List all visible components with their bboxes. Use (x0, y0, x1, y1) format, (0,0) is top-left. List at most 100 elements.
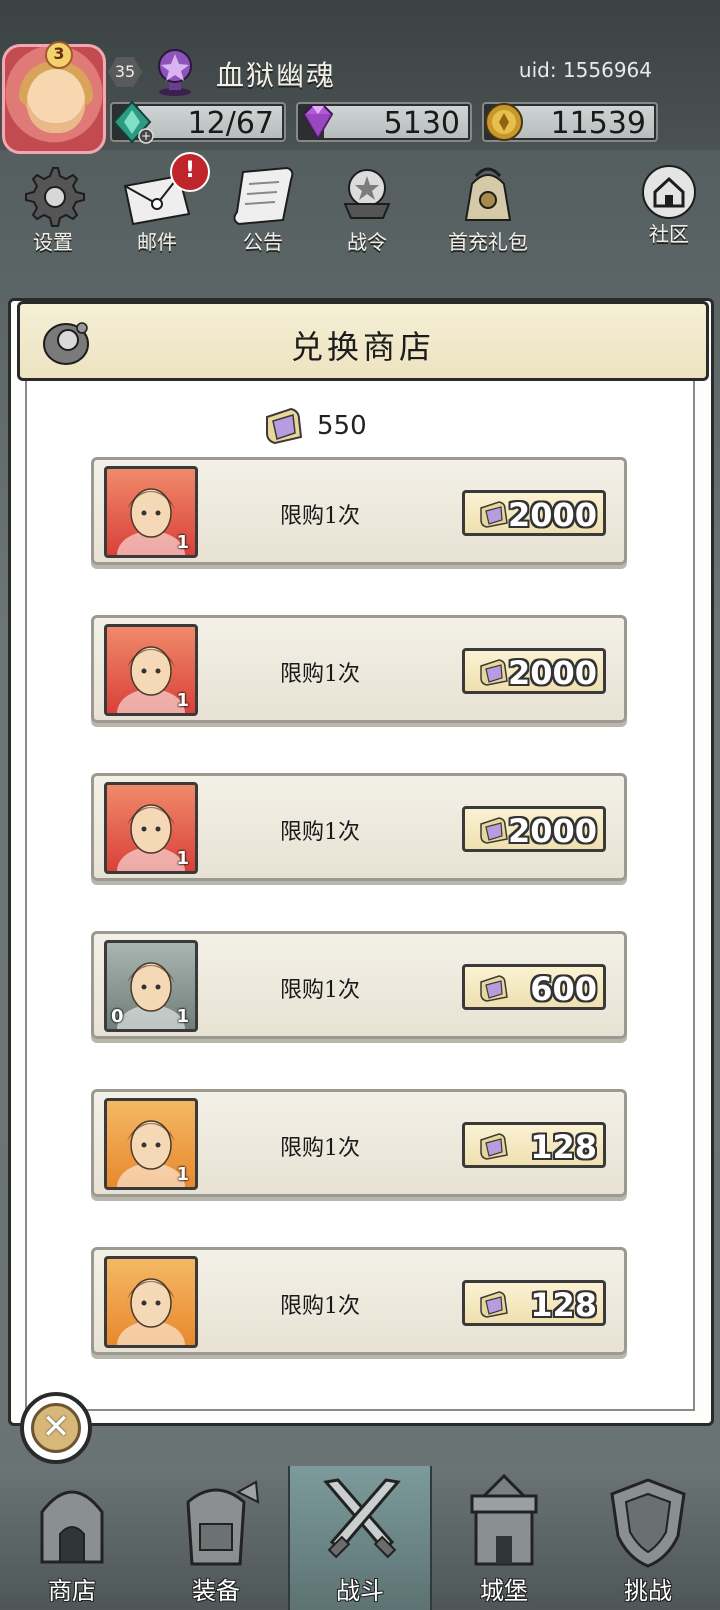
hero-owned-count: 0 (111, 1006, 124, 1027)
nav-equipment[interactable]: 装备 (144, 1466, 288, 1610)
shop-item-row: 限购1次 128 (91, 1247, 627, 1355)
close-icon: ✕ (31, 1403, 81, 1453)
buy-button[interactable]: 2000 (462, 648, 606, 694)
mail-notification-badge: ! (170, 152, 210, 192)
ticket-icon (480, 975, 508, 1002)
menu-community[interactable]: 社区 (624, 162, 714, 257)
nav-castle[interactable]: 城堡 (432, 1466, 576, 1610)
player-level-badge: 35 (108, 57, 142, 87)
backpack-icon (186, 1480, 260, 1566)
hero-count: 1 (176, 848, 189, 869)
nav-battle[interactable]: 战斗 (288, 1466, 432, 1610)
purchase-limit-label: 限购1次 (280, 820, 360, 845)
stamina-value: 12/67 (187, 106, 274, 141)
menu-announcement-label: 公告 (243, 230, 283, 254)
menu-community-label: 社区 (649, 222, 689, 246)
ticket-icon (480, 1291, 508, 1318)
vip-level-badge: 3 (45, 41, 73, 69)
player-name: 血狱幽魂 (216, 59, 337, 92)
price-value: 2000 (507, 654, 597, 692)
castle-icon (470, 1473, 538, 1566)
ticket-icon (480, 659, 508, 686)
price-value: 128 (530, 1286, 597, 1324)
shop-icon (40, 1490, 104, 1564)
ticket-icon (480, 1133, 508, 1160)
purple-diamond-icon (302, 105, 334, 140)
dialog-title-bar: 兑换商店 (17, 301, 709, 381)
ticket-icon (480, 817, 508, 844)
nav-castle-label: 城堡 (480, 1577, 528, 1605)
menu-battle-pass-label: 战令 (347, 230, 387, 254)
purchase-limit-label: 限购1次 (280, 1136, 360, 1161)
hero-portrait[interactable]: 10 (104, 940, 198, 1032)
player-avatar[interactable]: 3 (2, 41, 106, 154)
green-crystal-icon: + (112, 100, 154, 144)
nav-equipment-label: 装备 (192, 1577, 240, 1605)
gear-icon (25, 167, 85, 227)
purchase-limit-label: 限购1次 (280, 504, 360, 529)
hero-portrait[interactable]: 1 (104, 1098, 198, 1190)
nav-challenge[interactable]: 挑战 (576, 1466, 720, 1610)
purchase-limit-label: 限购1次 (280, 1294, 360, 1319)
menu-first-recharge-label: 首充礼包 (448, 230, 528, 254)
price-value: 2000 (507, 496, 597, 534)
price-value: 128 (530, 1128, 597, 1166)
shield-icon (610, 1478, 686, 1568)
nav-battle-label: 战斗 (336, 1577, 384, 1605)
top-bar: 3 35 血狱幽魂 uid: 1556964 + 12/67 5130 1153… (0, 0, 720, 154)
price-value: 2000 (507, 812, 597, 850)
nav-challenge-label: 挑战 (624, 1577, 672, 1605)
shop-item-row: 1 限购1次 128 (91, 1089, 627, 1197)
hero-portrait[interactable] (104, 1256, 198, 1348)
ticket-icon (266, 407, 303, 445)
scroll-icon (233, 166, 294, 226)
crossed-swords-icon (323, 1478, 401, 1559)
dialog-title: 兑换商店 (290, 328, 435, 366)
nav-shop-label: 商店 (48, 1577, 96, 1605)
top-menu: 设置 邮件 公告 战令 首充礼包 社区 (0, 162, 720, 262)
gift-bag-icon (464, 167, 512, 221)
exchange-shop-dialog: 兑换商店 550 1 限购1次 2000 1 限购1次 2000 1 限购1次 2000 1 0 限购… (8, 298, 714, 1426)
gems-counter[interactable]: 5130 (296, 102, 472, 142)
hero-portrait[interactable]: 1 (104, 782, 198, 874)
gold-value: 11539 (550, 106, 646, 141)
avatar-face (27, 69, 85, 133)
close-button[interactable]: ✕ (20, 1392, 92, 1464)
menu-first-recharge[interactable]: 首充礼包 (428, 162, 548, 257)
shop-item-row: 1 限购1次 2000 (91, 773, 627, 881)
hero-count: 1 (176, 1164, 189, 1185)
gold-counter[interactable]: 11539 (482, 102, 658, 142)
ticket-icon (480, 501, 508, 528)
gold-coin-icon (485, 103, 523, 141)
purchase-limit-label: 限购1次 (280, 978, 360, 1003)
rank-trophy-icon[interactable] (152, 48, 198, 96)
svg-text:+: + (141, 129, 151, 143)
hero-witch-icon (117, 1278, 185, 1345)
buy-button[interactable]: 128 (462, 1122, 606, 1168)
purchase-limit-label: 限购1次 (280, 662, 360, 687)
shop-item-row: 1 限购1次 2000 (91, 615, 627, 723)
menu-announcement[interactable]: 公告 (218, 162, 308, 257)
menu-settings[interactable]: 设置 (8, 162, 98, 257)
stamina-counter[interactable]: + 12/67 (110, 100, 286, 144)
ticket-balance-value: 550 (317, 411, 367, 441)
bottom-nav: 商店 装备 战斗 城堡 挑战 (0, 1466, 720, 1610)
menu-battle-pass[interactable]: 战令 (322, 162, 412, 257)
price-value: 600 (530, 970, 597, 1008)
battle-pass-icon (343, 169, 391, 219)
buy-button[interactable]: 2000 (462, 490, 606, 536)
hero-portrait[interactable]: 1 (104, 624, 198, 716)
shop-item-row: 1 限购1次 2000 (91, 457, 627, 565)
hero-count: 1 (176, 690, 189, 711)
home-icon (642, 165, 696, 219)
menu-mail-label: 邮件 (137, 230, 177, 254)
buy-button[interactable]: 2000 (462, 806, 606, 852)
nav-shop[interactable]: 商店 (0, 1466, 144, 1610)
buy-button[interactable]: 128 (462, 1280, 606, 1326)
hero-count: 1 (176, 532, 189, 553)
player-uid: uid: 1556964 (518, 58, 652, 82)
menu-settings-label: 设置 (33, 230, 73, 254)
buy-button[interactable]: 600 (462, 964, 606, 1010)
hero-portrait[interactable]: 1 (104, 466, 198, 558)
shop-item-row: 1 0 限购1次 600 (91, 931, 627, 1039)
